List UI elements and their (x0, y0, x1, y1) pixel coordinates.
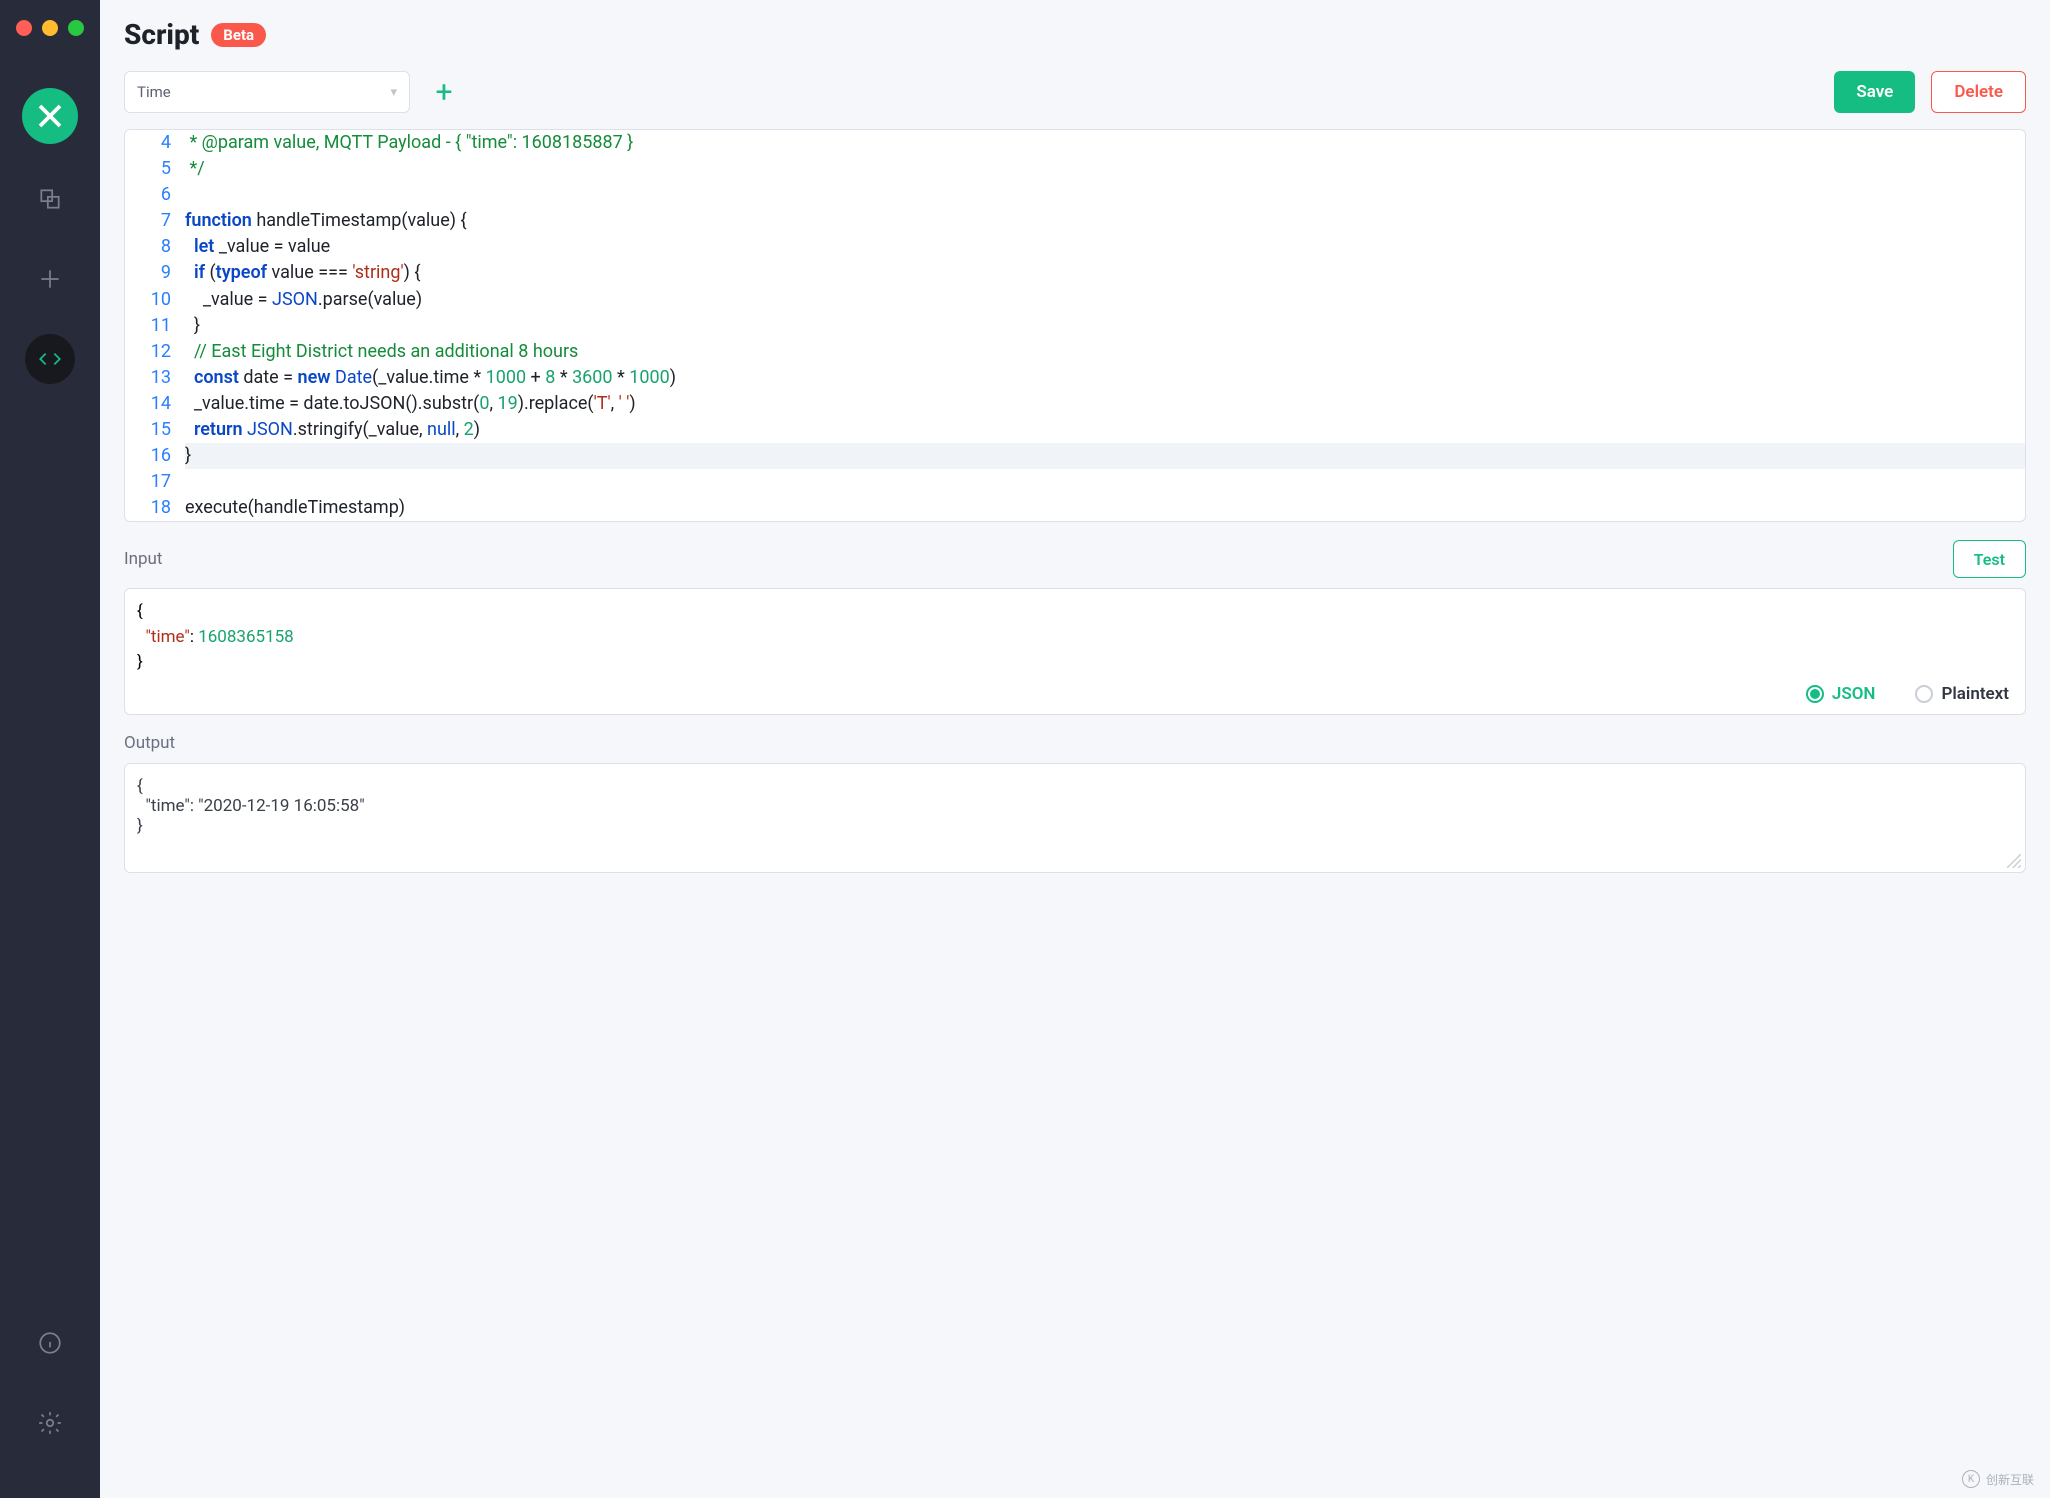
page-title: Script (124, 18, 199, 51)
code-line[interactable]: 7function handleTimestamp(value) { (125, 208, 2025, 234)
input-line: } (137, 650, 2013, 676)
code-line[interactable]: 8 let _value = value (125, 234, 2025, 260)
code-line[interactable]: 6 (125, 182, 2025, 208)
script-select[interactable]: Time ▾ (124, 71, 410, 113)
main-panel: Script Beta Time ▾ + Save Delete 4 * @pa… (100, 0, 2050, 1498)
code-line[interactable]: 11 } (125, 313, 2025, 339)
radio-off-icon (1915, 685, 1933, 703)
chevron-down-icon: ▾ (390, 85, 397, 100)
code-line[interactable]: 17 (125, 469, 2025, 495)
code-line[interactable]: 10 _value = JSON.parse(value) (125, 287, 2025, 313)
test-button[interactable]: Test (1953, 540, 2026, 578)
maximize-icon[interactable] (68, 20, 84, 36)
script-select-value: Time (137, 83, 171, 101)
input-line: "time": 1608365158 (137, 625, 2013, 651)
code-line[interactable]: 12 // East Eight District needs an addit… (125, 339, 2025, 365)
code-line[interactable]: 15 return JSON.stringify(_value, null, 2… (125, 417, 2025, 443)
nav-new[interactable] (25, 254, 75, 304)
input-box[interactable]: { "time": 1608365158 } JSON Plaintext (124, 588, 2026, 715)
nav-settings[interactable] (25, 1398, 75, 1448)
close-icon[interactable] (16, 20, 32, 36)
window-controls (16, 20, 84, 36)
output-box: { "time": "2020-12-19 16:05:58" } (124, 763, 2026, 873)
radio-on-icon (1806, 685, 1824, 703)
save-button[interactable]: Save (1834, 71, 1915, 113)
code-editor[interactable]: 4 * @param value, MQTT Payload - { "time… (124, 129, 2026, 522)
beta-badge: Beta (211, 23, 266, 47)
code-line[interactable]: 4 * @param value, MQTT Payload - { "time… (125, 130, 2025, 156)
code-line[interactable]: 18execute(handleTimestamp) (125, 495, 2025, 521)
nav-script[interactable] (25, 334, 75, 384)
app-logo (22, 88, 78, 144)
code-line[interactable]: 9 if (typeof value === 'string') { (125, 260, 2025, 286)
format-plaintext-radio[interactable]: Plaintext (1915, 684, 2009, 704)
sidebar (0, 0, 100, 1498)
nav-connections[interactable] (25, 174, 75, 224)
code-line[interactable]: 16} (125, 443, 2025, 469)
add-script-button[interactable]: + (426, 75, 462, 110)
delete-button[interactable]: Delete (1931, 71, 2026, 113)
resize-handle-icon[interactable] (2007, 854, 2021, 868)
watermark: K创新互联 (1962, 1470, 2034, 1488)
output-label: Output (124, 733, 2026, 753)
minimize-icon[interactable] (42, 20, 58, 36)
nav-info[interactable] (25, 1318, 75, 1368)
code-line[interactable]: 5 */ (125, 156, 2025, 182)
output-text: { "time": "2020-12-19 16:05:58" } (137, 776, 2013, 836)
input-label: Input (124, 549, 163, 569)
code-line[interactable]: 13 const date = new Date(_value.time * 1… (125, 365, 2025, 391)
code-line[interactable]: 14 _value.time = date.toJSON().substr(0,… (125, 391, 2025, 417)
input-line: { (137, 599, 2013, 625)
format-json-radio[interactable]: JSON (1806, 684, 1876, 704)
